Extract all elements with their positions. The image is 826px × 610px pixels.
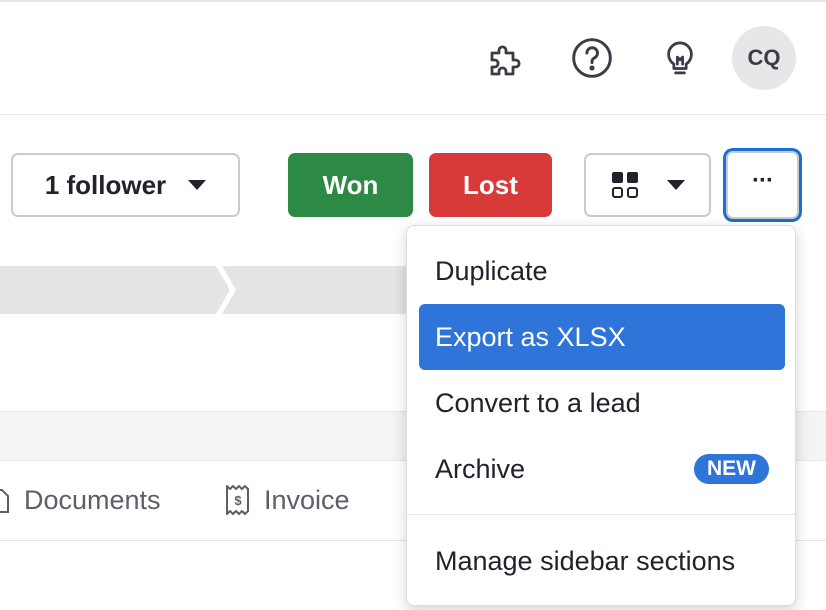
menu-item-export-xlsx[interactable]: Export as XLSX bbox=[419, 304, 785, 370]
follower-button[interactable]: 1 follower bbox=[11, 153, 240, 217]
grid-icon bbox=[611, 172, 638, 198]
document-icon bbox=[0, 489, 9, 513]
menu-item-duplicate[interactable]: Duplicate bbox=[419, 238, 785, 304]
menu-item-label: Duplicate bbox=[435, 255, 548, 286]
svg-text:$: $ bbox=[234, 493, 242, 508]
help-icon[interactable] bbox=[570, 36, 614, 80]
menu-divider bbox=[407, 514, 795, 515]
lost-button[interactable]: Lost bbox=[429, 153, 552, 217]
menu-item-archive[interactable]: Archive NEW bbox=[419, 436, 785, 502]
more-label: ··· bbox=[752, 167, 774, 194]
new-badge: NEW bbox=[694, 454, 769, 484]
chevron-down-icon bbox=[188, 180, 207, 190]
tab-label: Documents bbox=[24, 484, 161, 515]
view-switcher-button[interactable] bbox=[584, 153, 711, 217]
tab-documents[interactable]: Documents bbox=[0, 480, 161, 520]
chevron-down-icon bbox=[666, 180, 685, 190]
won-label: Won bbox=[322, 169, 379, 200]
avatar-initials: CQ bbox=[747, 45, 781, 70]
pipeline-stage-bar[interactable] bbox=[0, 266, 420, 314]
lost-label: Lost bbox=[463, 169, 518, 200]
tab-label: Invoice bbox=[264, 484, 350, 515]
more-actions-menu: Duplicate Export as XLSX Convert to a le… bbox=[406, 225, 796, 606]
menu-item-label: Manage sidebar sections bbox=[435, 545, 736, 576]
tab-invoice[interactable]: $ Invoice bbox=[224, 480, 350, 520]
receipt-icon: $ bbox=[226, 485, 249, 515]
avatar[interactable]: CQ bbox=[732, 26, 796, 90]
header-divider bbox=[0, 114, 826, 115]
lightbulb-icon[interactable] bbox=[658, 36, 702, 80]
more-actions-button[interactable]: ··· bbox=[726, 151, 799, 219]
won-button[interactable]: Won bbox=[288, 153, 413, 217]
puzzle-icon[interactable] bbox=[484, 38, 528, 82]
menu-item-label: Archive bbox=[435, 453, 526, 484]
menu-item-label: Convert to a lead bbox=[435, 387, 641, 418]
menu-item-label: Export as XLSX bbox=[435, 321, 626, 352]
top-border bbox=[0, 0, 826, 2]
follower-label: 1 follower bbox=[44, 169, 167, 200]
menu-item-convert-to-lead[interactable]: Convert to a lead bbox=[419, 370, 785, 436]
menu-item-manage-sidebar[interactable]: Manage sidebar sections bbox=[419, 528, 785, 594]
